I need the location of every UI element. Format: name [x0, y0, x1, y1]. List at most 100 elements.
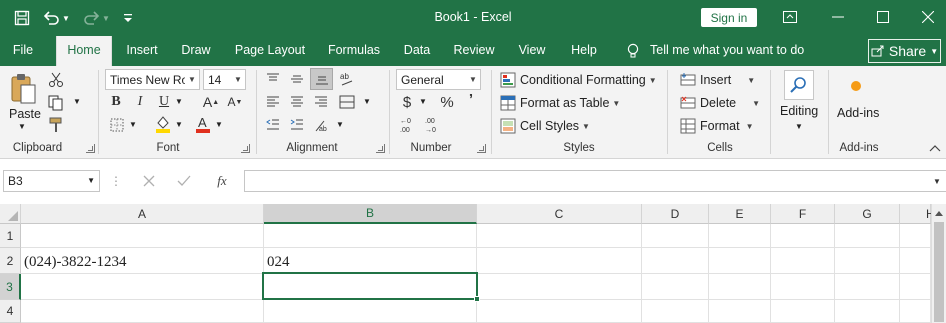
cell-b2[interactable]: 024 — [264, 248, 477, 274]
font-launcher-icon[interactable] — [241, 144, 250, 153]
column-header-b[interactable]: B — [264, 204, 477, 224]
copy-icon[interactable] — [47, 94, 65, 112]
wrap-text-icon[interactable] — [338, 93, 356, 111]
tab-help[interactable]: Help — [566, 36, 602, 66]
cell-a3[interactable] — [21, 274, 264, 300]
copy-dropdown-icon[interactable]: ▼ — [73, 97, 81, 106]
number-format-dropdown-icon[interactable]: ▼ — [466, 70, 480, 89]
row-header-3[interactable]: 3 — [0, 274, 21, 300]
cell-g3[interactable] — [835, 274, 900, 300]
column-header-e[interactable]: E — [709, 204, 771, 224]
cell-g1[interactable] — [835, 224, 900, 248]
cell-d3[interactable] — [642, 274, 709, 300]
cell-styles-button[interactable]: Cell Styles ▼ — [500, 118, 590, 134]
font-color-dropdown-icon[interactable]: ▼ — [215, 120, 223, 129]
ribbon-display-options-icon[interactable] — [778, 6, 802, 28]
cell-c3[interactable] — [477, 274, 642, 300]
minimize-icon[interactable] — [826, 6, 850, 28]
cell-a4[interactable] — [21, 300, 264, 323]
editing-search-icon[interactable] — [784, 70, 814, 100]
merge-dropdown-icon[interactable]: ▼ — [363, 97, 371, 106]
tab-data[interactable]: Data — [400, 36, 434, 66]
align-right-icon[interactable] — [312, 94, 330, 110]
maximize-icon[interactable] — [871, 6, 895, 28]
tab-formulas[interactable]: Formulas — [324, 36, 384, 66]
add-ins-button[interactable]: Add-ins — [837, 106, 879, 120]
tab-page-layout[interactable]: Page Layout — [231, 36, 309, 66]
row-header-2[interactable]: 2 — [0, 248, 21, 274]
cell-e4[interactable] — [709, 300, 771, 323]
select-all-corner[interactable] — [0, 204, 21, 224]
cell-h3[interactable] — [900, 274, 931, 300]
cell-a1[interactable] — [21, 224, 264, 248]
tab-home[interactable]: Home — [56, 36, 112, 66]
decrease-font-size-icon[interactable]: A ▼ — [226, 93, 244, 111]
fill-color-dropdown-icon[interactable]: ▼ — [175, 120, 183, 129]
currency-dropdown-icon[interactable]: ▼ — [419, 97, 427, 106]
percent-button[interactable]: % — [438, 93, 456, 111]
top-align-icon[interactable] — [264, 71, 282, 87]
tab-view[interactable]: View — [514, 36, 550, 66]
italic-button[interactable]: I — [132, 93, 148, 111]
underline-dropdown-icon[interactable]: ▼ — [175, 97, 183, 106]
cell-f1[interactable] — [771, 224, 835, 248]
format-cells-button[interactable]: Format ▼ — [680, 118, 754, 134]
editing-button[interactable]: Editing — [780, 104, 818, 118]
borders-dropdown-icon[interactable]: ▼ — [129, 120, 137, 129]
cell-f2[interactable] — [771, 248, 835, 274]
cell-h2[interactable] — [900, 248, 931, 274]
tell-me-search[interactable]: Tell me what you want to do — [650, 36, 808, 66]
cell-e3[interactable] — [709, 274, 771, 300]
add-ins-icon[interactable] — [848, 78, 864, 94]
number-launcher-icon[interactable] — [477, 144, 486, 153]
increase-decimal-icon[interactable]: ←0.00 — [398, 115, 418, 135]
column-header-g[interactable]: G — [835, 204, 900, 224]
cut-icon[interactable] — [47, 71, 65, 89]
collapse-ribbon-icon[interactable] — [928, 142, 942, 154]
editing-dropdown-icon[interactable]: ▼ — [795, 122, 803, 131]
cell-f3[interactable] — [771, 274, 835, 300]
cell-e1[interactable] — [709, 224, 771, 248]
decrease-indent-icon[interactable] — [264, 117, 282, 133]
formula-input[interactable] — [244, 170, 946, 192]
row-header-1[interactable]: 1 — [0, 224, 21, 248]
scroll-up-icon[interactable] — [932, 208, 946, 218]
tab-draw[interactable]: Draw — [177, 36, 215, 66]
cell-c2[interactable] — [477, 248, 642, 274]
column-header-h[interactable]: H — [900, 204, 935, 224]
cell-f4[interactable] — [771, 300, 835, 323]
text-direction-dropdown-icon[interactable]: ▼ — [336, 120, 344, 129]
cell-d2[interactable] — [642, 248, 709, 274]
fill-color-icon[interactable] — [154, 114, 172, 134]
conditional-formatting-button[interactable]: Conditional Formatting ▼ — [500, 72, 657, 88]
cell-h4[interactable] — [900, 300, 931, 323]
cell-b4[interactable] — [264, 300, 477, 323]
cell-g2[interactable] — [835, 248, 900, 274]
name-box[interactable]: B3 ▼ — [3, 170, 100, 192]
column-header-d[interactable]: D — [642, 204, 709, 224]
cell-c1[interactable] — [477, 224, 642, 248]
name-box-dropdown-icon[interactable]: ▼ — [87, 171, 95, 191]
number-format-select[interactable]: General ▼ — [396, 69, 481, 90]
underline-button[interactable]: U — [156, 93, 172, 111]
cell-b1[interactable] — [264, 224, 477, 248]
decrease-decimal-icon[interactable]: .00 →0 — [423, 115, 443, 135]
fill-handle[interactable] — [474, 296, 480, 302]
paste-icon[interactable] — [8, 72, 38, 106]
font-size-select[interactable]: 14 ▼ — [203, 69, 246, 90]
paste-dropdown-icon[interactable]: ▼ — [18, 122, 26, 131]
close-icon[interactable] — [916, 6, 940, 28]
increase-font-size-icon[interactable]: A ▲ — [202, 93, 220, 111]
font-color-icon[interactable]: A — [194, 114, 212, 134]
insert-cells-button[interactable]: Insert ▼ — [680, 72, 755, 88]
insert-function-button[interactable]: fx — [212, 172, 232, 190]
cell-e2[interactable] — [709, 248, 771, 274]
column-header-a[interactable]: A — [21, 204, 264, 224]
vertical-scrollbar[interactable] — [931, 204, 946, 323]
bottom-align-icon[interactable] — [310, 68, 333, 90]
alignment-launcher-icon[interactable] — [376, 144, 385, 153]
column-header-f[interactable]: F — [771, 204, 835, 224]
confirm-entry-icon[interactable] — [175, 173, 193, 189]
cell-a2[interactable]: (024)-3822-1234 — [21, 248, 264, 274]
share-button[interactable]: Share ▼ — [868, 39, 941, 63]
